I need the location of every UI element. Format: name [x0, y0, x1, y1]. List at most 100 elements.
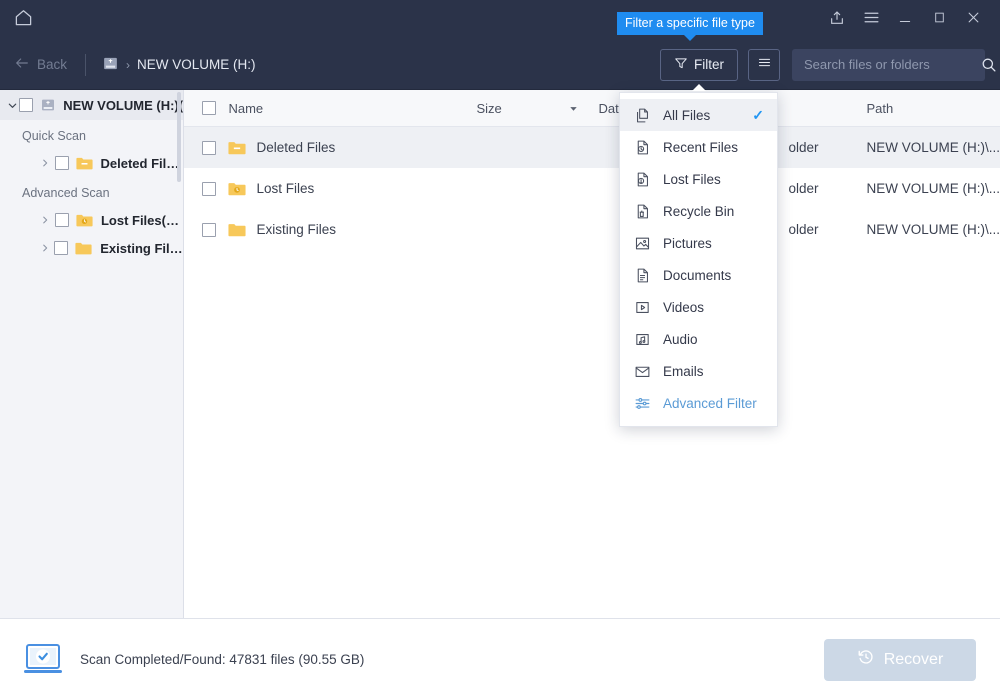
- menu-item-documents[interactable]: Documents: [620, 259, 777, 291]
- tree-root-item[interactable]: NEW VOLUME (H:)(478...: [0, 90, 184, 120]
- title-bar: [0, 0, 1000, 40]
- tree-root-checkbox[interactable]: [19, 98, 34, 112]
- breadcrumb-item-drive[interactable]: NEW VOLUME (H:): [137, 57, 256, 72]
- chevron-right-icon[interactable]: [40, 215, 51, 225]
- share-button[interactable]: [820, 0, 854, 40]
- close-icon: [966, 10, 981, 30]
- home-icon: [14, 8, 33, 32]
- laptop-check-icon: [22, 642, 64, 678]
- file-list-panel: Name Size Dat Path Deleted Files older N…: [184, 90, 1000, 618]
- sidebar-group-label-advanced: Advanced Scan: [22, 186, 110, 200]
- row-name-label: Lost Files: [256, 181, 315, 196]
- menu-item-label: Videos: [663, 299, 705, 315]
- row-path-cell: NEW VOLUME (H:)\...: [866, 222, 1000, 237]
- menu-item-recent-files[interactable]: Recent Files: [620, 131, 777, 163]
- menu-item-pictures[interactable]: Pictures: [620, 227, 777, 259]
- sidebar-item-label: Lost Files(35396): [100, 212, 184, 228]
- status-footer: Scan Completed/Found: 47831 files (90.55…: [0, 618, 1000, 700]
- tooltip-arrow: [683, 35, 696, 41]
- tree-item-checkbox[interactable]: [54, 241, 69, 255]
- row-name-label: Deleted Files: [256, 140, 336, 155]
- filter-tooltip: Filter a specific file type: [617, 12, 763, 41]
- toolbar-divider: [85, 53, 87, 76]
- chevron-right-icon[interactable]: [40, 243, 50, 253]
- menu-item-label: Pictures: [663, 235, 712, 251]
- menu-item-label: Emails: [663, 363, 704, 379]
- column-header-size[interactable]: Size: [476, 101, 568, 116]
- row-path-cell: NEW VOLUME (H:)\...: [866, 140, 1000, 155]
- row-checkbox[interactable]: [202, 181, 217, 196]
- back-button[interactable]: Back: [14, 55, 67, 74]
- folder-deleted-icon: [228, 140, 247, 155]
- menu-item-label: All Files: [663, 107, 711, 123]
- hamburger-menu-icon: [863, 9, 880, 31]
- menu-item-audio[interactable]: Audio: [620, 323, 777, 355]
- folder-icon: [75, 241, 92, 255]
- row-checkbox[interactable]: [202, 140, 217, 155]
- maximize-icon: [933, 11, 946, 29]
- table-row[interactable]: Existing Files older NEW VOLUME (H:)\...: [184, 209, 1000, 250]
- tree-item-checkbox[interactable]: [54, 213, 69, 227]
- check-icon: ✓: [752, 106, 764, 123]
- column-header-path[interactable]: Path: [866, 101, 1000, 116]
- row-name-cell: Lost Files: [228, 181, 476, 196]
- list-view-button[interactable]: [748, 48, 780, 81]
- file-trash-icon: [633, 202, 652, 221]
- breadcrumb: › NEW VOLUME (H:): [102, 55, 256, 75]
- column-header-name[interactable]: Name: [228, 101, 476, 116]
- minimize-button[interactable]: [888, 0, 922, 40]
- list-view-icon: [757, 55, 772, 75]
- window-controls: [820, 0, 1000, 40]
- select-all-checkbox[interactable]: [202, 101, 217, 115]
- back-button-label: Back: [37, 57, 68, 72]
- sidebar-scrollbar[interactable]: [177, 92, 182, 182]
- menu-item-all-files[interactable]: All Files ✓: [620, 99, 777, 131]
- sidebar-item-lost-files[interactable]: Lost Files(35396): [0, 206, 183, 234]
- filter-button-label: Filter: [694, 57, 724, 72]
- file-clock-icon: [633, 138, 652, 157]
- chevron-right-icon[interactable]: [40, 158, 51, 168]
- menu-item-advanced-filter[interactable]: Advanced Filter: [620, 387, 777, 419]
- sort-dropdown-icon[interactable]: [568, 103, 598, 114]
- search-box[interactable]: [792, 48, 996, 81]
- tree-item-checkbox[interactable]: [54, 156, 69, 170]
- filter-button[interactable]: Filter: [660, 48, 738, 81]
- filter-menu-caret: [692, 84, 706, 91]
- menu-item-lost-files[interactable]: Lost Files: [620, 163, 777, 195]
- close-button[interactable]: [956, 0, 990, 40]
- sidebar-item-deleted-files[interactable]: Deleted Files(104): [0, 149, 183, 177]
- recover-button[interactable]: Recover: [824, 638, 976, 681]
- maximize-button[interactable]: [922, 0, 956, 40]
- search-input[interactable]: [792, 57, 980, 72]
- menu-item-emails[interactable]: Emails: [620, 355, 777, 387]
- share-upload-icon: [829, 10, 845, 31]
- menu-item-recycle-bin[interactable]: Recycle Bin: [620, 195, 777, 227]
- sidebar-item-label: Existing Files(12...: [100, 240, 184, 256]
- sidebar-item-label: Deleted Files(104): [100, 155, 184, 171]
- row-name-cell: Existing Files: [228, 222, 476, 237]
- app-menu-button[interactable]: [854, 0, 888, 40]
- table-row[interactable]: Deleted Files older NEW VOLUME (H:)\...: [184, 127, 1000, 168]
- file-lost-icon: [633, 170, 652, 189]
- table-row[interactable]: Lost Files older NEW VOLUME (H:)\...: [184, 168, 1000, 209]
- row-path-cell: NEW VOLUME (H:)\...: [866, 181, 1000, 196]
- sidebar-item-existing-files[interactable]: Existing Files(12...: [0, 234, 183, 262]
- menu-item-label: Lost Files: [663, 171, 721, 187]
- sliders-icon: [633, 394, 652, 413]
- menu-item-label: Recycle Bin: [663, 203, 735, 219]
- menu-item-label: Documents: [663, 267, 732, 283]
- filter-dropdown-menu: All Files ✓ Recent Files Lost Files Recy…: [619, 92, 778, 427]
- picture-icon: [633, 234, 652, 253]
- app-window: Filter a specific file type Back › NEW V…: [0, 0, 1000, 700]
- row-checkbox[interactable]: [202, 222, 217, 237]
- audio-icon: [633, 330, 652, 349]
- restore-clock-icon: [857, 648, 875, 671]
- menu-item-videos[interactable]: Videos: [620, 291, 777, 323]
- funnel-icon: [674, 56, 688, 73]
- chevron-down-icon[interactable]: [5, 100, 19, 111]
- folder-lost-icon: [228, 181, 247, 196]
- envelope-icon: [633, 362, 652, 381]
- menu-item-label: Recent Files: [663, 139, 739, 155]
- search-icon[interactable]: [980, 56, 1000, 73]
- home-button[interactable]: [0, 0, 46, 40]
